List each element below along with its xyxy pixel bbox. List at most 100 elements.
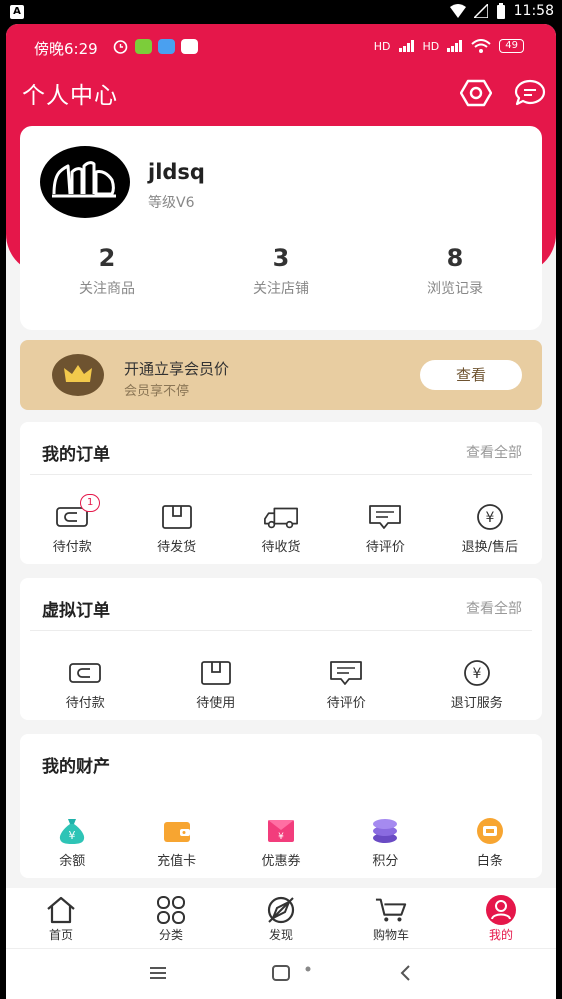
asset-points[interactable]: 积分 (333, 816, 437, 869)
message-app-icon (158, 39, 175, 54)
cart-icon (375, 898, 407, 922)
asset-label: 积分 (372, 854, 399, 869)
tab-label: 发现 (268, 928, 293, 942)
order-item-label: 退换/售后 (461, 540, 519, 555)
user-level: 等级V6 (148, 195, 195, 211)
signal-hd-1: HD (373, 39, 391, 53)
order-status-list: 1 待付款 待发货 待收货 待评价 ¥ 退换/售后 (20, 494, 542, 555)
avatar-logo-icon (52, 161, 116, 198)
order-item-label: 待发货 (157, 540, 197, 555)
virtual-refund-service[interactable]: ¥ 退订服务 (412, 658, 543, 711)
device-time: 11:58 (513, 3, 554, 19)
asset-recharge-card[interactable]: 充值卡 (124, 816, 228, 869)
alarm-icon (113, 40, 128, 54)
virtual-pending-review[interactable]: 待评价 (281, 658, 412, 711)
signal-bars-icon (398, 40, 414, 52)
signal-icon (473, 4, 488, 18)
stat-followed-products[interactable]: 2 关注商品 (20, 244, 194, 298)
profile-stats: 2 关注商品 3 关注店铺 8 浏览记录 (20, 244, 542, 298)
tab-cart[interactable]: 购物车 (336, 888, 446, 948)
dot-icon (305, 966, 311, 972)
asset-label: 优惠券 (261, 854, 301, 869)
wallet-icon (69, 663, 102, 683)
stat-label: 浏览记录 (427, 281, 483, 297)
order-pending-receipt[interactable]: 待收货 (229, 502, 333, 555)
my-assets-section: 我的财产 ¥ 余额 充值卡 ¥ 优惠券 积分 白条 (20, 734, 542, 878)
divider (30, 474, 532, 475)
tab-mine[interactable]: 我的 (446, 888, 556, 948)
stat-label: 关注店铺 (253, 281, 309, 297)
username: jldsq (148, 160, 205, 184)
stat-number: 2 (98, 244, 116, 272)
home-nav-icon[interactable] (269, 961, 293, 985)
virtual-pending-use[interactable]: 待使用 (151, 658, 282, 711)
tab-label: 我的 (488, 928, 513, 942)
message-icon[interactable] (514, 79, 546, 107)
battery-icon (496, 3, 505, 19)
view-all-orders-link[interactable]: 查看全部 (466, 442, 522, 462)
grid-icon (157, 896, 185, 924)
comment-icon (369, 505, 402, 529)
discover-icon (267, 896, 295, 924)
download-app-icon (135, 39, 152, 54)
tab-label: 购物车 (372, 928, 409, 942)
bottom-tab-bar: 首页 分类 发现 购物车 我的 (6, 888, 556, 948)
telegram-app-icon (181, 39, 198, 54)
inner-status-bar: 傍晚6:29 HD HD 49 (6, 24, 556, 70)
order-pending-shipment[interactable]: 待发货 (124, 502, 228, 555)
order-item-label: 待评价 (365, 540, 405, 555)
back-icon[interactable] (394, 961, 418, 985)
svg-text:¥: ¥ (69, 829, 76, 842)
tab-discover[interactable]: 发现 (226, 888, 336, 948)
page-title: 个人中心 (22, 83, 118, 109)
stat-followed-shops[interactable]: 3 关注店铺 (194, 244, 368, 298)
tab-label: 分类 (158, 928, 183, 942)
inner-time: 傍晚6:29 (34, 40, 98, 58)
view-all-virtual-orders-link[interactable]: 查看全部 (466, 598, 522, 618)
comment-icon (330, 661, 363, 685)
stat-browsing-history[interactable]: 8 浏览记录 (368, 244, 542, 298)
assets-list: ¥ 余额 充值卡 ¥ 优惠券 积分 白条 (20, 816, 542, 869)
user-icon (486, 895, 516, 925)
stat-label: 关注商品 (79, 281, 135, 297)
app-notification-icons (112, 39, 198, 54)
profile-card: jldsq 等级V6 2 关注商品 3 关注店铺 8 浏览记录 (20, 126, 542, 330)
asset-balance[interactable]: ¥ 余额 (20, 816, 124, 869)
box-icon (161, 505, 192, 529)
coupon-icon: ¥ (268, 820, 295, 842)
vip-banner[interactable]: 开通立享会员价 会员享不停 查看 (20, 340, 542, 410)
order-item-label: 待付款 (65, 696, 105, 711)
home-icon (47, 896, 75, 924)
order-after-sales[interactable]: ¥ 退换/售后 (438, 502, 542, 555)
asset-credit[interactable]: 白条 (438, 816, 542, 869)
virtual-pending-payment[interactable]: 待付款 (20, 658, 151, 711)
vip-view-button[interactable]: 查看 (420, 360, 522, 390)
tab-category[interactable]: 分类 (116, 888, 226, 948)
tab-home[interactable]: 首页 (6, 888, 116, 948)
order-pending-review[interactable]: 待评价 (333, 502, 437, 555)
vip-title: 开通立享会员价 (124, 360, 230, 378)
section-title: 我的财产 (42, 757, 110, 777)
order-item-label: 退订服务 (450, 696, 503, 711)
truck-icon (264, 507, 298, 529)
stat-number: 8 (446, 244, 464, 272)
order-pending-payment[interactable]: 1 待付款 (20, 494, 124, 555)
virtual-orders-section: 虚拟订单 查看全部 待付款 待使用 待评价 ¥ 退订服务 (20, 578, 542, 720)
vip-subtitle: 会员享不停 (124, 384, 190, 399)
settings-icon[interactable] (460, 79, 492, 107)
avatar[interactable] (40, 146, 130, 218)
notification-icon: A (10, 5, 24, 19)
tab-label: 首页 (48, 928, 73, 942)
menu-icon[interactable] (146, 961, 170, 985)
card-wallet-icon (163, 822, 190, 842)
order-item-label: 待使用 (196, 696, 236, 711)
order-item-label: 待付款 (52, 540, 92, 555)
battery-level: 49 (499, 39, 524, 53)
section-title: 虚拟订单 (42, 601, 110, 621)
asset-coupons[interactable]: ¥ 优惠券 (229, 816, 333, 869)
order-item-label: 待收货 (261, 540, 301, 555)
virtual-order-status-list: 待付款 待使用 待评价 ¥ 退订服务 (20, 658, 542, 711)
app-screen: 傍晚6:29 HD HD 49 个人中心 jldsq 等级V6 2 关注商品 3… (6, 24, 556, 999)
device-status-bar: A 11:58 (0, 0, 562, 24)
money-bag-icon: ¥ (60, 819, 85, 844)
